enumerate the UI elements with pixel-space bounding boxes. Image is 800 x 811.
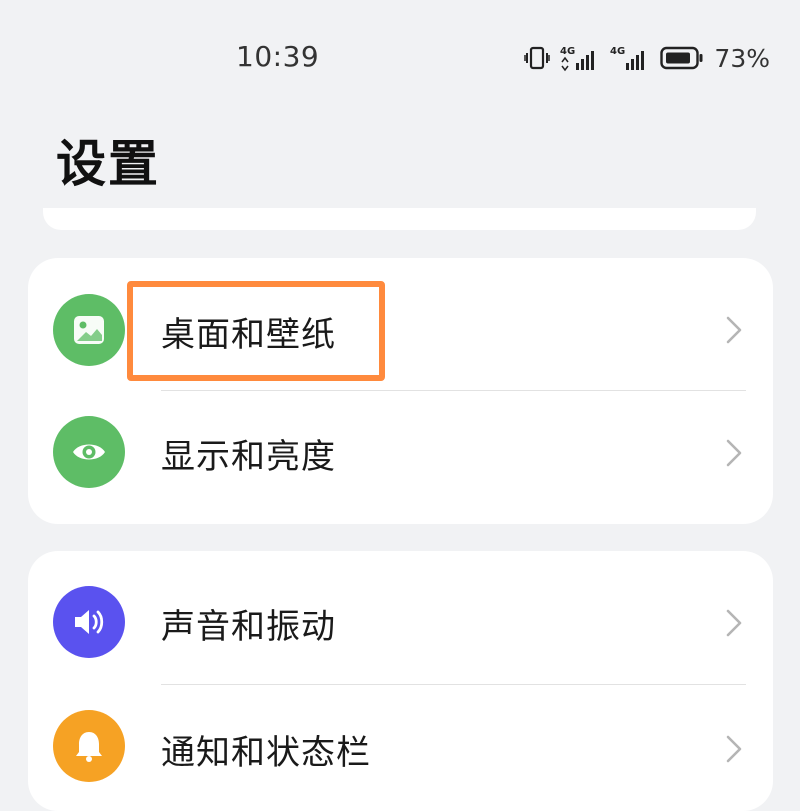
settings-item-label: 声音和振动: [161, 607, 336, 647]
status-icons: 4G 4G 73%: [524, 42, 770, 74]
settings-group-2: 声音和振动 通知和状态栏: [28, 551, 773, 811]
bell-icon: [53, 710, 125, 782]
battery-icon: [660, 46, 704, 70]
settings-item-label: 桌面和壁纸: [161, 315, 336, 355]
settings-item-desktop-wallpaper[interactable]: 桌面和壁纸: [28, 261, 773, 393]
speaker-icon: [53, 586, 125, 658]
chevron-right-icon: [726, 609, 742, 637]
chevron-right-icon: [726, 316, 742, 344]
network-type-label-1: 4G: [560, 46, 575, 57]
settings-item-display-brightness[interactable]: 显示和亮度: [28, 387, 773, 519]
vibrate-icon: [524, 45, 551, 71]
page-title: 设置: [56, 135, 160, 193]
settings-card-partial: [43, 208, 756, 230]
signal-4g-icon: 4G: [560, 44, 600, 72]
settings-group-1: 桌面和壁纸 显示和亮度: [28, 258, 773, 524]
eye-icon: [53, 416, 125, 488]
settings-item-sound-vibration[interactable]: 声音和振动: [28, 554, 773, 686]
network-type-label-2: 4G: [610, 46, 625, 57]
signal-4g-icon: 4G: [610, 44, 650, 72]
settings-item-label: 通知和状态栏: [161, 733, 371, 773]
wallpaper-icon: [53, 294, 125, 366]
chevron-right-icon: [726, 735, 742, 763]
battery-percent: 73%: [714, 43, 770, 73]
chevron-right-icon: [726, 439, 742, 467]
settings-item-label: 显示和亮度: [161, 437, 336, 477]
settings-item-notifications-statusbar[interactable]: 通知和状态栏: [28, 681, 773, 811]
status-time: 10:39: [236, 40, 320, 73]
